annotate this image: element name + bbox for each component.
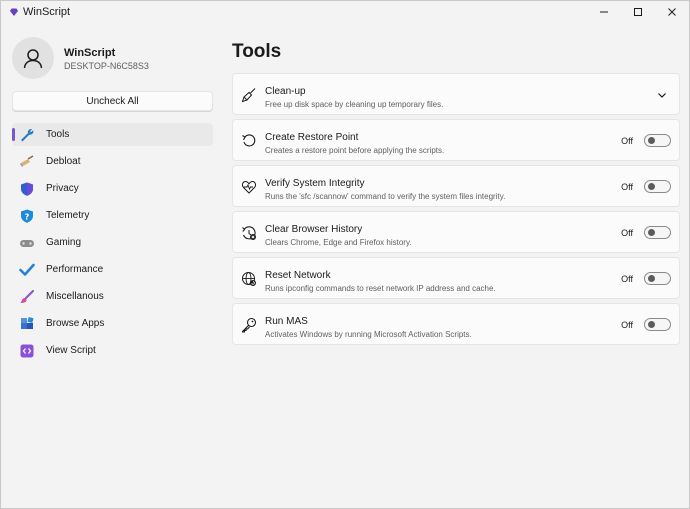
uncheck-all-button[interactable]: Uncheck All xyxy=(12,91,213,111)
maximize-button[interactable] xyxy=(621,1,655,23)
sidebar-item-label: Privacy xyxy=(46,183,79,194)
gamepad-icon xyxy=(19,235,35,251)
sidebar-item-performance[interactable]: Performance xyxy=(12,258,213,281)
restore-point-toggle[interactable] xyxy=(644,134,671,147)
card-description: Free up disk space by cleaning up tempor… xyxy=(265,100,444,109)
sidebar-item-debloat[interactable]: Debloat xyxy=(12,150,213,173)
chevron-down-icon[interactable] xyxy=(657,90,667,100)
heart-pulse-icon xyxy=(241,180,257,194)
card-description: Runs the 'sfc /scannow' command to verif… xyxy=(265,192,506,201)
sidebar-item-label: Tools xyxy=(46,129,70,140)
sidebar-item-label: Gaming xyxy=(46,237,82,248)
card-reset-network: Reset Network Runs ipconfig commands to … xyxy=(232,257,680,299)
sidebar-item-miscellanous[interactable]: Miscellanous xyxy=(12,285,213,308)
card-clear-browser-history: Clear Browser History Clears Chrome, Edg… xyxy=(232,211,680,253)
card-run-mas: Run MAS Activates Windows by running Mic… xyxy=(232,303,680,345)
wrench-icon xyxy=(19,127,35,143)
minimize-icon xyxy=(600,11,608,13)
sidebar-item-label: Performance xyxy=(46,264,104,275)
sidebar-item-view-script[interactable]: View Script xyxy=(12,339,213,362)
system-integrity-toggle[interactable] xyxy=(644,180,671,193)
broom-icon xyxy=(241,88,256,103)
key-icon xyxy=(241,317,257,333)
toggle-state-label: Off xyxy=(621,182,633,192)
app-logo-icon xyxy=(10,8,18,16)
browser-history-toggle[interactable] xyxy=(644,226,671,239)
sidebar-item-label: View Script xyxy=(46,345,96,356)
paintbrush-icon xyxy=(19,289,35,305)
svg-text:?: ? xyxy=(25,212,30,221)
sidebar-item-label: Browse Apps xyxy=(46,318,105,329)
user-icon xyxy=(23,49,43,69)
tools-list: Clean-up Free up disk space by cleaning … xyxy=(232,73,680,349)
avatar xyxy=(12,37,54,79)
sidebar-item-tools[interactable]: Tools xyxy=(12,123,213,146)
profile-name: WinScript xyxy=(64,47,116,59)
minimize-button[interactable] xyxy=(587,1,621,23)
card-title: Run MAS xyxy=(265,316,308,327)
sidebar-item-browse-apps[interactable]: Browse Apps xyxy=(12,312,213,335)
card-description: Runs ipconfig commands to reset network … xyxy=(265,284,496,293)
broom-icon xyxy=(19,154,35,170)
sidebar-item-gaming[interactable]: Gaming xyxy=(12,231,213,254)
checkmark-icon xyxy=(19,262,35,278)
card-title: Verify System Integrity xyxy=(265,178,365,189)
card-description: Activates Windows by running Microsoft A… xyxy=(265,330,472,339)
sidebar-item-label: Telemetry xyxy=(46,210,90,221)
close-button[interactable] xyxy=(655,1,689,23)
card-title: Clean-up xyxy=(265,86,306,97)
history-clear-icon xyxy=(242,226,256,240)
toggle-state-label: Off xyxy=(621,136,633,146)
toggle-state-label: Off xyxy=(621,228,633,238)
maximize-icon xyxy=(634,8,642,16)
card-title: Reset Network xyxy=(265,270,331,281)
toggle-state-label: Off xyxy=(621,274,633,284)
device-name: DESKTOP-N6C58S3 xyxy=(64,61,149,71)
run-mas-toggle[interactable] xyxy=(644,318,671,331)
reset-network-toggle[interactable] xyxy=(644,272,671,285)
sidebar-nav: Tools Debloat Privacy ? Telemetry Gaming xyxy=(12,123,213,366)
window-title: WinScript xyxy=(23,6,71,18)
code-icon xyxy=(19,343,35,359)
toggle-state-label: Off xyxy=(621,320,633,330)
card-description: Clears Chrome, Edge and Firefox history. xyxy=(265,238,412,247)
globe-reset-icon xyxy=(242,272,256,286)
card-description: Creates a restore point before applying … xyxy=(265,146,445,155)
undo-icon xyxy=(242,134,256,147)
shield-question-icon: ? xyxy=(19,208,35,224)
sidebar-item-label: Debloat xyxy=(46,156,81,167)
card-title: Clear Browser History xyxy=(265,224,363,235)
apps-icon xyxy=(19,316,35,332)
shield-icon xyxy=(19,181,35,197)
close-icon xyxy=(668,8,676,16)
sidebar-item-privacy[interactable]: Privacy xyxy=(12,177,213,200)
card-verify-system-integrity: Verify System Integrity Runs the 'sfc /s… xyxy=(232,165,680,207)
window-controls xyxy=(587,1,689,23)
sidebar-item-telemetry[interactable]: ? Telemetry xyxy=(12,204,213,227)
app-window: WinScript WinScript DESKTOP-N6C58S3 Unch… xyxy=(0,0,690,509)
page-title: Tools xyxy=(232,41,282,62)
card-create-restore-point: Create Restore Point Creates a restore p… xyxy=(232,119,680,161)
card-title: Create Restore Point xyxy=(265,132,359,143)
sidebar-item-label: Miscellanous xyxy=(46,291,104,302)
card-clean-up[interactable]: Clean-up Free up disk space by cleaning … xyxy=(232,73,680,115)
title-bar[interactable]: WinScript xyxy=(1,1,689,23)
